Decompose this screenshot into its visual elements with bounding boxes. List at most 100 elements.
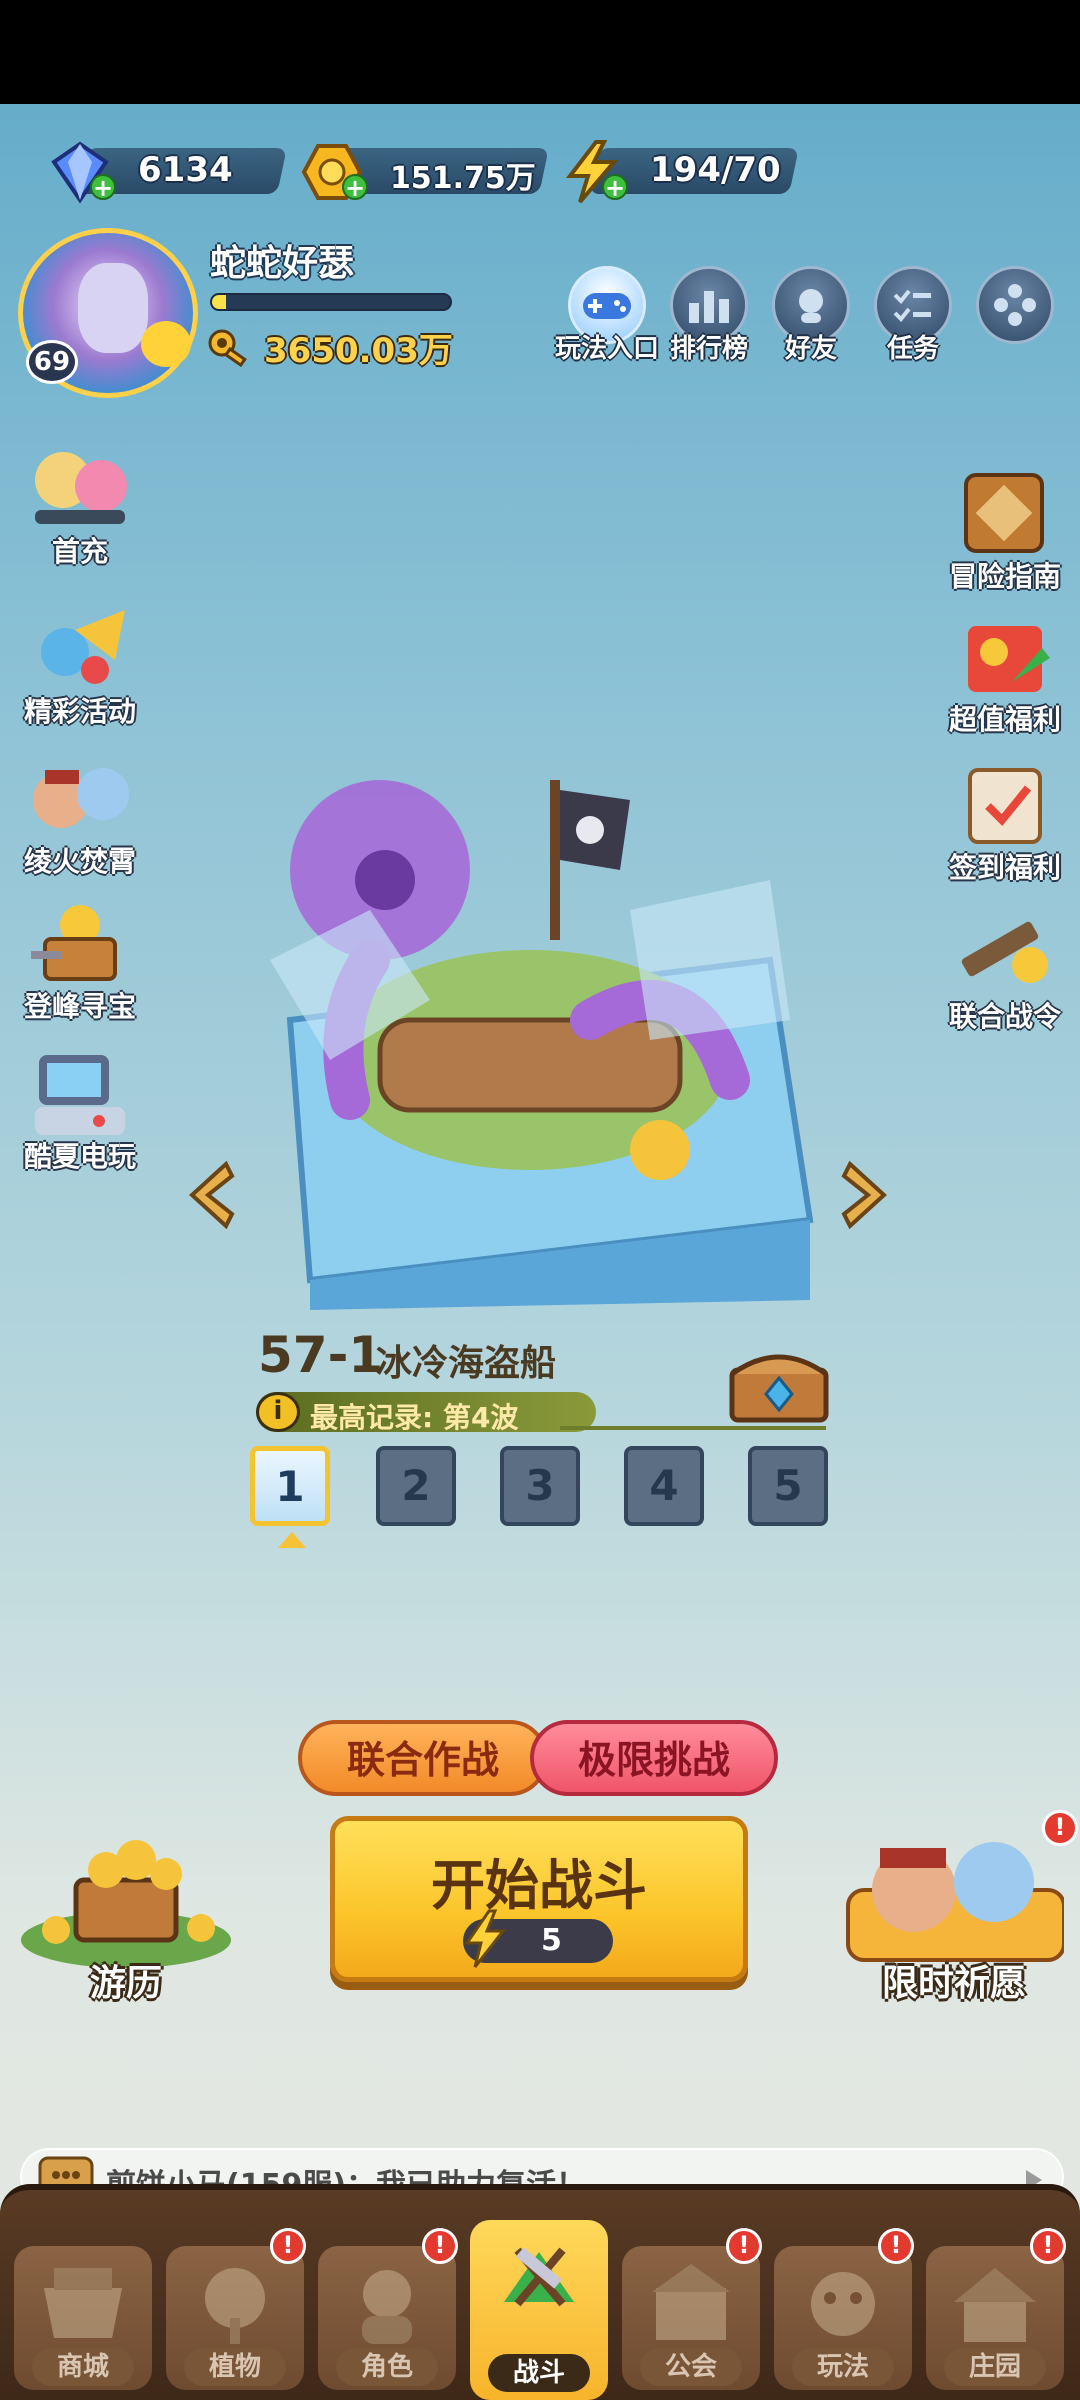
stage-name: 冰冷海盗船 bbox=[376, 1343, 557, 1384]
selected-wave-pointer bbox=[278, 1532, 306, 1548]
xp-bar bbox=[210, 293, 452, 311]
top-icon-label: 任务 bbox=[886, 334, 939, 364]
energy-cost: 5 bbox=[541, 1923, 562, 1958]
manor-icon bbox=[954, 2268, 1036, 2342]
side-item-label: 登峰寻宝 bbox=[23, 990, 136, 1023]
nav-label: 公会 bbox=[640, 2348, 742, 2386]
events-icon bbox=[41, 610, 125, 684]
wave-button-2[interactable]: 2 bbox=[376, 1446, 456, 1526]
avatar-face bbox=[78, 263, 148, 353]
nav-label: 庄园 bbox=[944, 2348, 1046, 2386]
limited-wish-button[interactable]: ! 限时祈愿 bbox=[834, 1810, 1078, 2010]
side-item-label: 首充 bbox=[51, 535, 108, 568]
nav-label: 战斗 bbox=[488, 2354, 590, 2392]
stage-number: 57-1 bbox=[258, 1326, 384, 1384]
duck-icon bbox=[141, 321, 191, 367]
plants-icon bbox=[205, 2268, 265, 2344]
lightning-icon bbox=[464, 1909, 507, 1968]
nav-label: 植物 bbox=[184, 2348, 286, 2386]
more-icon bbox=[976, 266, 1054, 344]
side-item-value-welfare[interactable]: 超值福利 bbox=[930, 608, 1080, 748]
wave-button-4[interactable]: 4 bbox=[624, 1446, 704, 1526]
coop-battle-button[interactable]: 联合作战 bbox=[298, 1720, 548, 1796]
next-stage-arrow[interactable] bbox=[840, 1160, 890, 1230]
nav-item-guild[interactable]: 公会 ! bbox=[616, 2228, 766, 2400]
side-item-first-recharge[interactable]: 首充 bbox=[5, 440, 155, 580]
player-name: 蛇蛇好瑟 bbox=[210, 243, 355, 284]
gold-add-icon[interactable]: + bbox=[342, 174, 368, 200]
start-battle-label: 开始战斗 bbox=[431, 1854, 647, 1917]
start-battle-button[interactable]: 开始战斗 5 bbox=[330, 1816, 748, 1982]
nav-item-gameplay[interactable]: 玩法 ! bbox=[768, 2228, 918, 2400]
wave-button-1[interactable]: 1 bbox=[250, 1446, 330, 1526]
treasure-hunt-icon bbox=[31, 905, 117, 981]
energy-add-icon[interactable]: + bbox=[602, 174, 628, 200]
top-icon-gameplay[interactable]: 玩法入口 bbox=[555, 266, 659, 364]
side-item-battle-pass[interactable]: 联合战令 bbox=[930, 905, 1080, 1045]
side-item-label: 绫火焚霄 bbox=[23, 845, 136, 878]
energy-counter[interactable]: + 194/70 bbox=[560, 140, 800, 204]
gem-counter[interactable]: + 6134 bbox=[48, 140, 288, 204]
travel-label: 游历 bbox=[89, 1963, 162, 2004]
nav-item-shop[interactable]: 商城 bbox=[8, 2236, 158, 2400]
energy-value: 194/70 bbox=[650, 150, 781, 190]
plants-notification-badge: ! bbox=[270, 2228, 306, 2264]
side-item-label: 酷夏电玩 bbox=[23, 1140, 136, 1173]
side-item-label: 联合战令 bbox=[948, 1000, 1061, 1033]
nav-label: 玩法 bbox=[792, 2348, 894, 2386]
side-item-adventure-guide[interactable]: 冒险指南 bbox=[930, 465, 1080, 605]
best-record: 最高记录: 第4波 bbox=[310, 1401, 519, 1434]
checkin-icon bbox=[968, 768, 1042, 844]
wish-label: 限时祈愿 bbox=[881, 1963, 1026, 2004]
gold-counter[interactable]: + 151.75万 bbox=[300, 140, 550, 202]
status-bar bbox=[0, 0, 1080, 104]
nav-label: 角色 bbox=[336, 2348, 438, 2386]
gem-add-icon[interactable]: + bbox=[90, 174, 116, 200]
side-item-character-event[interactable]: 绫火焚霄 bbox=[5, 750, 155, 890]
wish-characters-icon bbox=[846, 1842, 1064, 1962]
wave-button-5[interactable]: 5 bbox=[748, 1446, 828, 1526]
side-item-arcade[interactable]: 酷夏电玩 bbox=[5, 1045, 155, 1185]
combat-power: 3650.03万 bbox=[206, 322, 453, 372]
side-item-events[interactable]: 精彩活动 bbox=[5, 600, 155, 740]
nav-item-battle[interactable]: 战斗 bbox=[464, 2220, 614, 2400]
wave-button-3[interactable]: 3 bbox=[500, 1446, 580, 1526]
key-icon bbox=[208, 329, 247, 368]
info-icon[interactable]: i bbox=[256, 1392, 300, 1432]
character-icon bbox=[362, 2270, 412, 2344]
wish-notification-badge: ! bbox=[1042, 1810, 1078, 1846]
character-event-icon bbox=[33, 768, 129, 828]
nav-item-manor[interactable]: 庄园 ! bbox=[920, 2228, 1070, 2400]
combat-power-value: 3650.03万 bbox=[264, 330, 453, 371]
battle-icon bbox=[504, 2247, 574, 2307]
xp-bar-fill bbox=[212, 295, 227, 309]
shop-icon bbox=[44, 2268, 122, 2338]
nav-item-character[interactable]: 角色 ! bbox=[312, 2228, 462, 2400]
value-welfare-icon bbox=[968, 626, 1050, 692]
nav-item-plants[interactable]: 植物 ! bbox=[160, 2228, 310, 2400]
limit-challenge-button[interactable]: 极限挑战 bbox=[530, 1720, 778, 1796]
gold-value: 151.75万 bbox=[390, 161, 536, 196]
side-item-treasure-hunt[interactable]: 登峰寻宝 bbox=[5, 895, 155, 1035]
arcade-icon bbox=[35, 1055, 125, 1135]
guild-notification-badge: ! bbox=[726, 2228, 762, 2264]
gameplay-notification-badge: ! bbox=[878, 2228, 914, 2264]
side-item-label: 超值福利 bbox=[948, 703, 1061, 736]
top-icon-ranking[interactable]: 排行榜 bbox=[664, 266, 754, 364]
top-icon-friends[interactable]: 好友 bbox=[766, 266, 856, 364]
top-icon-task[interactable]: 任务 bbox=[868, 266, 958, 364]
side-item-checkin[interactable]: 签到福利 bbox=[930, 756, 1080, 896]
travel-button[interactable]: 游历 bbox=[6, 1820, 246, 2010]
level-artwork[interactable] bbox=[210, 760, 850, 1310]
side-item-label: 精彩活动 bbox=[23, 695, 136, 728]
guild-icon bbox=[652, 2264, 730, 2340]
treasure-chest-icon[interactable] bbox=[726, 1340, 832, 1424]
nav-label: 商城 bbox=[32, 2348, 134, 2386]
record-divider bbox=[560, 1426, 826, 1430]
top-icon-more[interactable] bbox=[970, 266, 1060, 356]
gem-value: 6134 bbox=[138, 150, 233, 190]
player-level-badge: 69 bbox=[26, 340, 78, 384]
battle-pass-icon bbox=[961, 921, 1048, 983]
prev-stage-arrow[interactable] bbox=[186, 1160, 236, 1230]
gameplay-icon bbox=[811, 2272, 875, 2336]
